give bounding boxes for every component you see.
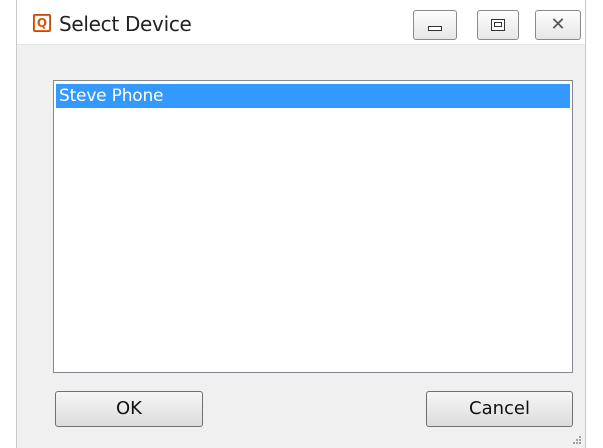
- title-bar[interactable]: Q Select Device ✕: [17, 0, 585, 45]
- window-title: Select Device: [59, 12, 192, 36]
- select-device-dialog: Q Select Device ✕ Steve Phone OK Cancel: [16, 0, 586, 448]
- ok-button[interactable]: OK: [55, 391, 203, 427]
- app-q-icon: Q: [33, 14, 51, 32]
- list-item[interactable]: Steve Phone: [56, 84, 570, 108]
- close-icon: ✕: [550, 14, 566, 35]
- app-icon-letter: Q: [35, 16, 49, 30]
- maximize-button[interactable]: [477, 10, 519, 40]
- maximize-icon: [491, 19, 505, 31]
- device-listbox[interactable]: Steve Phone: [53, 80, 573, 373]
- resize-grip-icon[interactable]: [572, 435, 582, 445]
- close-button[interactable]: ✕: [535, 10, 581, 40]
- minimize-icon: [428, 26, 442, 31]
- minimize-button[interactable]: [413, 10, 457, 40]
- cancel-button[interactable]: Cancel: [426, 391, 573, 427]
